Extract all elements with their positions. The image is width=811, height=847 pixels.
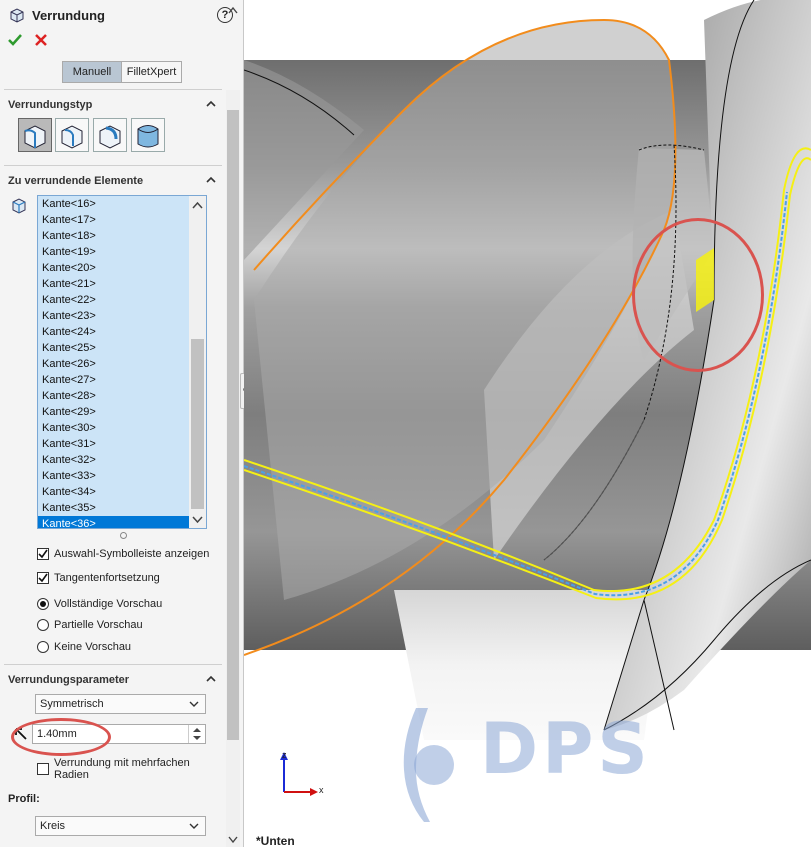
full-preview-label: Vollständige Vorschau [54,598,163,610]
list-item[interactable]: Kante<26> [38,356,206,372]
list-item[interactable]: Kante<18> [38,228,206,244]
watermark-text: DPS [480,708,652,790]
list-item[interactable]: Kante<35> [38,500,206,516]
section-fillet-type[interactable]: Verrundungstyp [0,95,225,115]
no-preview-label: Keine Vorschau [54,641,132,653]
list-item[interactable]: Kante<28> [38,388,206,404]
list-item[interactable]: Kante<20> [38,260,206,276]
list-item[interactable]: Kante<31> [38,436,206,452]
check-icon [38,549,48,559]
section-title: Verrundungstyp [8,99,93,111]
full-round-fillet-button[interactable] [131,118,165,152]
scroll-up-icon[interactable] [192,201,203,209]
edges-list[interactable]: Kante<16> Kante<17> Kante<18> Kante<19> Kant… [37,195,207,529]
no-preview-radio[interactable] [37,641,49,653]
list-scroll-thumb[interactable] [191,339,204,509]
show-selection-toolbar-label: Auswahl-Symbolleiste anzeigen [54,548,210,560]
chevron-up-icon[interactable] [205,98,217,110]
section-title: Zu verrundende Elemente [8,175,144,187]
list-item[interactable]: Kante<19> [38,244,206,260]
ok-checkmark-icon[interactable] [7,32,23,48]
constant-size-fillet-button[interactable] [18,118,52,152]
chevron-down-icon [189,823,199,829]
fillet-method-select[interactable]: Symmetrisch [35,694,206,714]
multi-radius-label: Verrundung mit mehrfachen Radien [54,757,190,781]
scroll-down-icon[interactable] [192,516,203,524]
full-round-fillet-icon [137,125,159,148]
list-item[interactable]: Kante<16> [38,196,206,212]
fillet-feature-icon [10,8,24,23]
list-item[interactable]: Kante<34> [38,484,206,500]
fillet-method-value: Symmetrisch [40,698,104,710]
cancel-x-icon[interactable] [33,32,49,48]
section-fillet-parameters[interactable]: Verrundungsparameter [0,670,225,690]
variable-size-fillet-button[interactable] [55,118,89,152]
panel-scrollbar[interactable] [226,6,240,847]
edge-selection-icon [12,198,26,214]
annotation-ring-radius [11,718,111,756]
spinner-arrows-icon [193,728,201,740]
radius-spinner[interactable] [188,725,205,743]
triad-z-label: z [282,750,287,760]
constant-fillet-icon [24,125,46,149]
list-item[interactable]: Kante<30> [38,420,206,436]
list-item[interactable]: Kante<23> [38,308,206,324]
view-orientation-label: *Unten [256,834,295,847]
tangent-propagation-checkbox[interactable] [37,572,49,584]
graphics-viewport[interactable]: DPS z x *Unten [244,0,811,847]
scroll-up-icon[interactable] [228,6,238,14]
chevron-up-icon[interactable] [205,174,217,186]
section-title: Verrundungsparameter [8,674,130,686]
list-resize-handle[interactable] [120,532,127,539]
show-selection-toolbar-checkbox[interactable] [37,548,49,560]
face-fillet-button[interactable] [93,118,127,152]
profile-value: Kreis [40,820,66,832]
partial-preview-label: Partielle Vorschau [54,619,143,631]
list-item[interactable]: Kante<21> [38,276,206,292]
property-manager-panel: Verrundung ? Manuell FilletXpert Verrund… [0,0,244,847]
scroll-down-icon[interactable] [228,836,238,844]
list-item[interactable]: Kante<36> [38,516,206,528]
list-item[interactable]: Kante<29> [38,404,206,420]
divider [4,664,222,665]
full-preview-radio[interactable] [37,598,49,610]
face-fillet-icon [99,125,121,149]
panel-title: Verrundung [32,8,105,23]
list-scrollbar[interactable] [189,196,206,528]
divider [4,165,222,166]
tangent-propagation-label: Tangentenfortsetzung [54,572,160,584]
annotation-ring-fillet [632,218,764,372]
list-item[interactable]: Kante<27> [38,372,206,388]
multi-radius-checkbox[interactable] [37,763,49,775]
list-item[interactable]: Kante<24> [38,324,206,340]
list-item[interactable]: Kante<22> [38,292,206,308]
chevron-up-icon[interactable] [205,673,217,685]
chevron-down-icon [189,701,199,707]
panel-scroll-thumb[interactable] [227,110,239,740]
list-item[interactable]: Kante<17> [38,212,206,228]
profile-label: Profil: [8,793,40,805]
tab-manual[interactable]: Manuell [62,61,122,83]
tab-filletxpert[interactable]: FilletXpert [121,61,182,83]
divider [4,89,222,90]
profile-select[interactable]: Kreis [35,816,206,836]
list-item[interactable]: Kante<32> [38,452,206,468]
list-item[interactable]: Kante<25> [38,340,206,356]
variable-fillet-icon [61,125,83,149]
list-item[interactable]: Kante<33> [38,468,206,484]
partial-preview-radio[interactable] [37,619,49,631]
check-icon [38,573,48,583]
triad-x-label: x [319,785,324,795]
section-items-to-fillet[interactable]: Zu verrundende Elemente [0,171,225,191]
